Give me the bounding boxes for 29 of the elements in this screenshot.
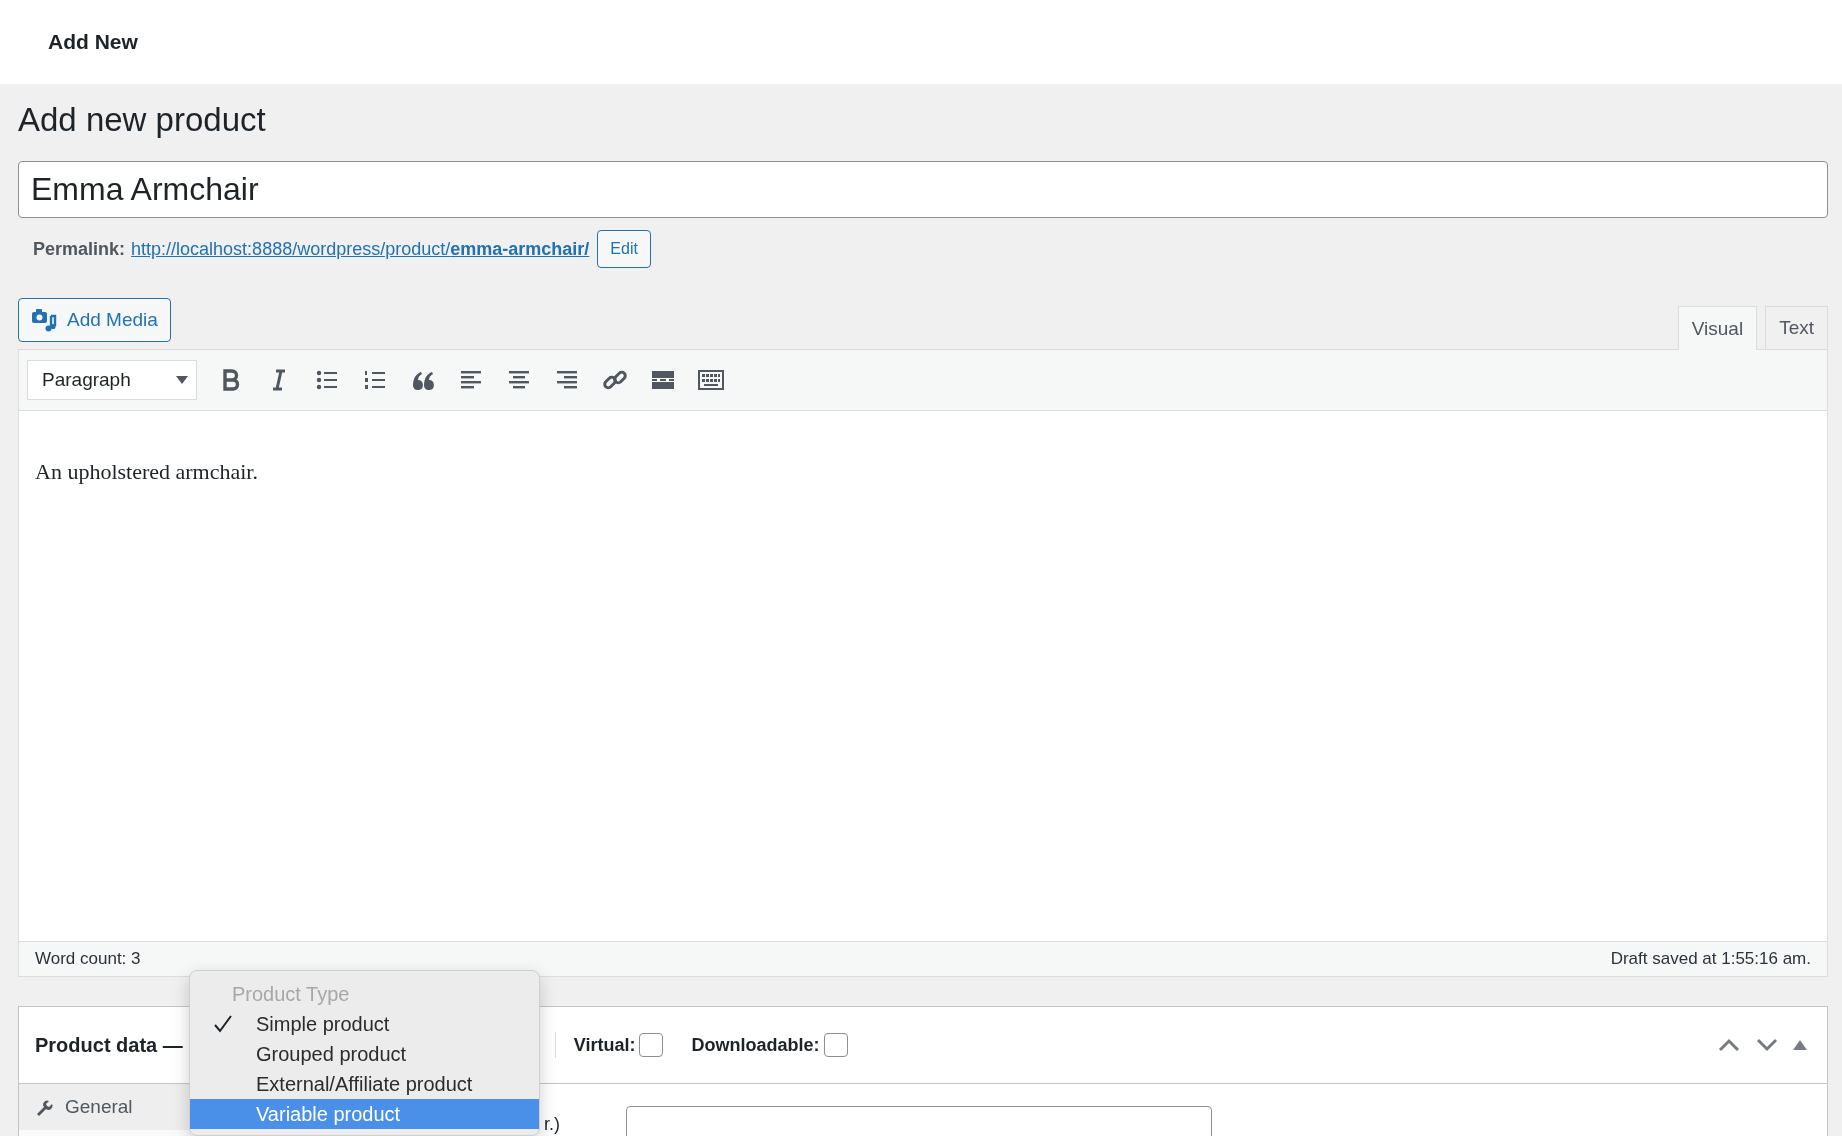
editor-tab[interactable]: Visual	[1677, 306, 1758, 351]
option-label: Downloadable:	[691, 1034, 820, 1056]
chevron-up-icon[interactable]	[1717, 1037, 1741, 1054]
editor-content[interactable]: An upholstered armchair.	[19, 411, 1827, 942]
menu-header: Product Type	[231, 982, 351, 1008]
format-select[interactable]: Paragraph	[27, 360, 197, 401]
permalink-label: Permalink:	[33, 238, 126, 260]
camera-music-icon	[31, 307, 57, 334]
edit-permalink-button[interactable]: Edit	[597, 230, 651, 269]
collapse-triangle-icon[interactable]	[1793, 1040, 1807, 1051]
product-name-field[interactable]: Emma Armchair	[18, 161, 1828, 219]
option-label: Virtual:	[573, 1034, 636, 1056]
checkbox[interactable]	[823, 1033, 848, 1058]
chevron-down-icon[interactable]	[1755, 1037, 1779, 1054]
checkbox[interactable]	[639, 1033, 664, 1058]
product-data-title: Product data —	[35, 1033, 183, 1057]
add-media-button[interactable]: Add Media	[18, 298, 171, 343]
draft-status: Draft saved at 1:55:16 am.	[1610, 949, 1811, 970]
menu-item[interactable]: Simple product	[190, 1009, 539, 1040]
dropdown-caret-icon	[176, 376, 188, 385]
wrench-icon	[35, 1098, 53, 1117]
top-bar-title: Add New	[48, 30, 138, 54]
editor-tab[interactable]: Text	[1765, 306, 1828, 350]
permalink-link[interactable]: http://localhost:8888/wordpress/product/emma-armchair/	[131, 238, 590, 260]
field-label: r.)	[544, 1114, 560, 1136]
word-count: Word count: 3	[35, 949, 141, 970]
editor-text: An upholstered armchair.	[35, 459, 259, 486]
menu-item[interactable]: Grouped product	[190, 1039, 539, 1070]
page-title: Add new product	[18, 102, 267, 139]
